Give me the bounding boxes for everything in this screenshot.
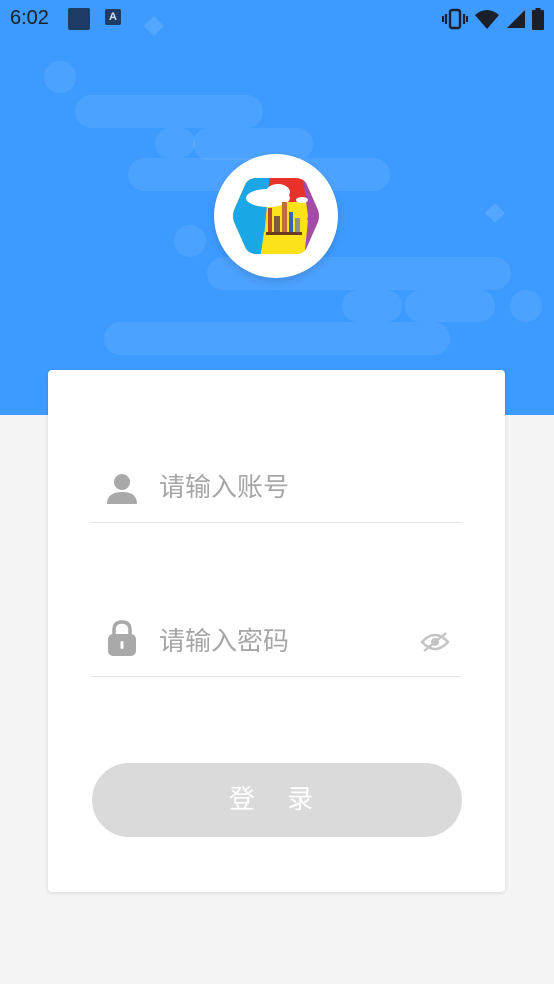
decor-cloud (75, 95, 263, 128)
decor-bubble (44, 61, 76, 93)
decor-cloud (155, 128, 195, 158)
decor-cloud (193, 128, 313, 160)
login-card: 登 录 (48, 370, 505, 892)
eye-off-icon[interactable] (420, 630, 450, 654)
decor-bubble (174, 225, 206, 257)
password-row (91, 606, 462, 677)
username-row (91, 452, 462, 523)
decor-bubble (510, 290, 542, 322)
user-icon (107, 474, 137, 504)
battery-icon (532, 8, 544, 30)
notification-square-icon (68, 8, 90, 30)
decor-diamond (485, 203, 505, 223)
decor-cloud (405, 290, 495, 322)
password-input[interactable] (159, 624, 399, 660)
status-bar: 6:02 A (0, 0, 554, 40)
logo-icon (233, 178, 319, 254)
decor-cloud (342, 290, 402, 322)
status-icons (442, 7, 544, 31)
login-button[interactable]: 登 录 (92, 763, 462, 837)
vibrate-icon (442, 8, 468, 30)
decor-cloud (104, 322, 450, 355)
lock-icon (108, 620, 136, 656)
header-banner: 6:02 A (0, 0, 554, 415)
app-logo (214, 154, 338, 278)
status-time: 6:02 (10, 7, 49, 29)
signal-icon (507, 10, 525, 28)
notification-letter-icon: A (105, 9, 121, 25)
username-input[interactable] (159, 470, 399, 506)
wifi-icon (475, 10, 499, 29)
